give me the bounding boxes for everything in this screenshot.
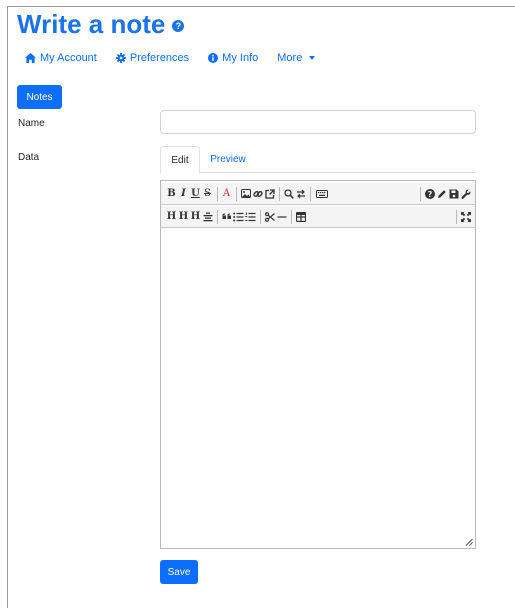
toolbar-separator xyxy=(260,209,261,224)
keyboard-icon[interactable] xyxy=(316,186,328,202)
tab-preview[interactable]: Preview xyxy=(200,146,256,173)
numbered-list-icon[interactable] xyxy=(245,209,256,225)
page-title-text: Write a note xyxy=(17,9,166,39)
bullet-list-icon[interactable] xyxy=(233,209,244,225)
nav-my-info[interactable]: My Info xyxy=(208,52,258,64)
gear-icon xyxy=(115,53,126,63)
top-nav: My Account Preferences My Info More xyxy=(25,50,334,66)
data-label: Data xyxy=(18,152,40,163)
nav-my-info-label: My Info xyxy=(222,52,259,64)
name-input[interactable] xyxy=(160,110,476,134)
svg-text:?: ? xyxy=(427,189,432,198)
toolbar-separator xyxy=(279,186,280,201)
strikethrough-icon[interactable]: S xyxy=(202,186,213,202)
editor-tabs: Edit Preview xyxy=(160,146,476,174)
resize-handle-icon[interactable] xyxy=(465,538,473,546)
pencil-icon[interactable] xyxy=(436,186,447,202)
save-button[interactable]: Save xyxy=(160,560,198,584)
horizontal-rule-icon[interactable] xyxy=(276,209,287,225)
replace-icon[interactable] xyxy=(295,186,306,202)
save-icon[interactable] xyxy=(448,186,459,202)
quote-icon[interactable] xyxy=(221,209,232,225)
scissors-icon[interactable] xyxy=(264,209,275,225)
notes-button[interactable]: Notes xyxy=(17,85,62,109)
name-label: Name xyxy=(18,118,45,129)
nav-more-dropdown[interactable]: More xyxy=(277,52,316,64)
search-icon[interactable] xyxy=(283,186,294,202)
editor-toolbar-row-2: H H H xyxy=(161,206,475,228)
nav-more-label: More xyxy=(277,52,303,64)
nav-preferences-label: Preferences xyxy=(129,52,190,64)
note-data-textarea[interactable] xyxy=(161,230,475,548)
link-icon[interactable] xyxy=(252,186,263,202)
editor-toolbar-row-1: B I U S A ? xyxy=(161,183,475,205)
toolbar-separator xyxy=(291,209,292,224)
nav-my-account-label: My Account xyxy=(40,52,97,64)
home-icon xyxy=(25,53,36,63)
markdown-editor: B I U S A ? H H H xyxy=(160,180,476,549)
nav-preferences[interactable]: Preferences xyxy=(115,52,190,64)
toolbar-separator xyxy=(236,186,237,201)
toolbar-separator xyxy=(456,209,457,224)
help-icon[interactable]: ? xyxy=(172,19,185,32)
tab-edit[interactable]: Edit xyxy=(160,146,200,174)
toolbar-separator xyxy=(217,209,218,224)
toolbar-separator xyxy=(420,186,421,201)
fullscreen-icon[interactable] xyxy=(460,209,471,225)
underline-icon[interactable]: U xyxy=(190,186,201,202)
bold-icon[interactable]: B xyxy=(166,186,177,202)
nav-my-account[interactable]: My Account xyxy=(25,52,97,64)
image-icon[interactable] xyxy=(240,186,251,202)
external-link-icon[interactable] xyxy=(264,186,275,202)
align-center-icon[interactable] xyxy=(202,209,213,225)
page-title: Write a note ? xyxy=(17,9,185,39)
table-icon[interactable] xyxy=(295,209,306,225)
heading-3-icon[interactable]: H xyxy=(190,209,201,225)
info-icon xyxy=(208,53,219,63)
wrench-icon[interactable] xyxy=(460,186,471,202)
text-color-icon[interactable]: A xyxy=(221,186,232,202)
help-icon[interactable]: ? xyxy=(424,186,435,202)
toolbar-separator xyxy=(310,186,311,201)
toolbar-separator xyxy=(217,186,218,201)
caret-down-icon xyxy=(309,56,316,60)
heading-2-icon[interactable]: H xyxy=(178,209,189,225)
italic-icon[interactable]: I xyxy=(178,186,189,202)
heading-1-icon[interactable]: H xyxy=(166,209,177,225)
